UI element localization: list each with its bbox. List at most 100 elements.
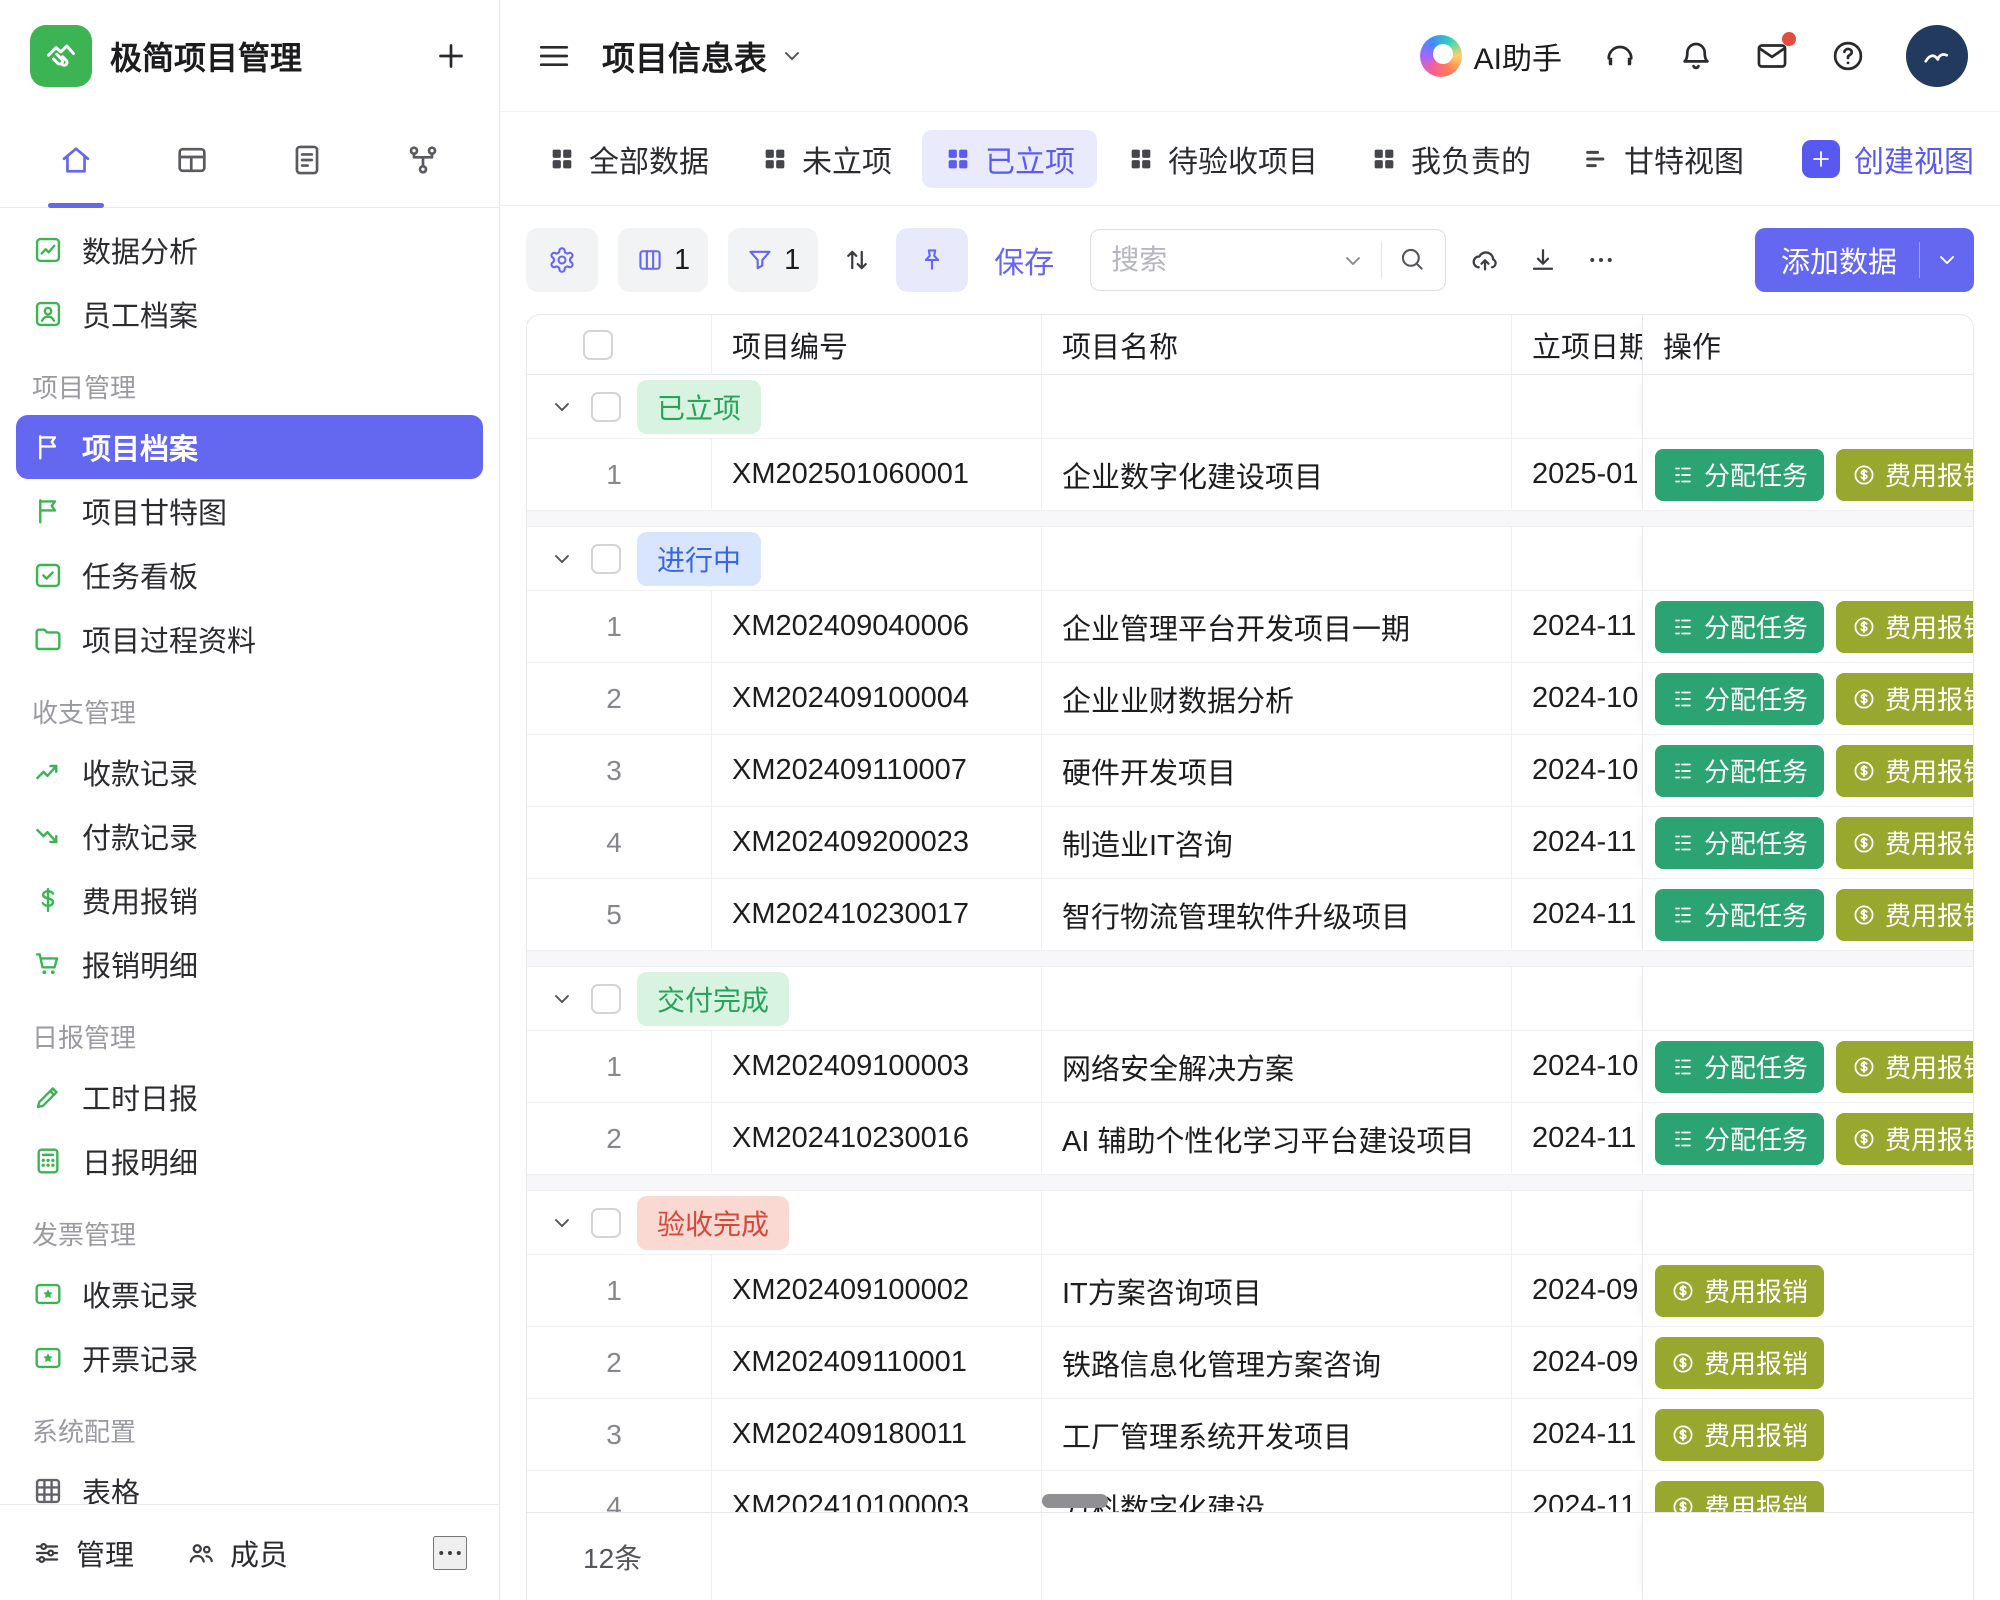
- expense-button[interactable]: 费用报销: [1655, 1409, 1824, 1461]
- save-button[interactable]: 保存: [988, 238, 1060, 282]
- assign-task-button[interactable]: 分配任务: [1655, 1113, 1824, 1165]
- cell-project-code[interactable]: XM202409110001: [712, 1327, 1042, 1398]
- nav-tab-documents[interactable]: [289, 112, 325, 207]
- tab-all-data[interactable]: 全部数据: [526, 130, 731, 188]
- export-button[interactable]: [1524, 245, 1562, 275]
- sidebar-item-expense-claims[interactable]: 费用报销: [16, 868, 483, 932]
- column-header-actions[interactable]: 操作: [1642, 315, 1974, 374]
- sidebar-item-employee-files[interactable]: 员工档案: [16, 282, 483, 346]
- collapse-sidebar-button[interactable]: [536, 38, 572, 74]
- cell-project-name[interactable]: 铁路信息化管理方案咨询: [1042, 1327, 1512, 1398]
- user-avatar[interactable]: [1906, 25, 1968, 87]
- sidebar-item-expense-details[interactable]: 报销明细: [16, 932, 483, 996]
- inbox-button[interactable]: [1754, 38, 1790, 74]
- cell-project-code[interactable]: XM202409180011: [712, 1399, 1042, 1470]
- expense-button[interactable]: 费用报销: [1836, 1113, 1974, 1165]
- cell-project-code[interactable]: XM202409100003: [712, 1031, 1042, 1102]
- column-header-name[interactable]: 项目名称: [1042, 315, 1512, 374]
- group-collapse-button[interactable]: [549, 394, 575, 420]
- notifications-button[interactable]: [1678, 38, 1714, 74]
- add-data-button[interactable]: 添加数据: [1755, 228, 1974, 292]
- sidebar-item-task-board[interactable]: 任务看板: [16, 543, 483, 607]
- expense-button[interactable]: 费用报销: [1655, 1337, 1824, 1389]
- cell-project-code[interactable]: XM202409110007: [712, 735, 1042, 806]
- group-select-checkbox[interactable]: [591, 544, 621, 574]
- cell-project-name[interactable]: 企业业财数据分析: [1042, 663, 1512, 734]
- ai-assistant-button[interactable]: AI助手: [1420, 34, 1562, 78]
- field-config-button[interactable]: 1: [618, 228, 708, 292]
- cell-project-code[interactable]: XM202409040006: [712, 591, 1042, 662]
- expense-button[interactable]: 费用报销: [1836, 673, 1974, 725]
- cell-project-code[interactable]: XM202409100004: [712, 663, 1042, 734]
- sidebar-item-project-materials[interactable]: 项目过程资料: [16, 607, 483, 671]
- manage-button[interactable]: 管理: [32, 1532, 134, 1574]
- cell-project-name[interactable]: IT方案咨询项目: [1042, 1255, 1512, 1326]
- sidebar-item-project-files[interactable]: 项目档案: [16, 415, 483, 479]
- pin-button[interactable]: [896, 228, 968, 292]
- assign-task-button[interactable]: 分配任务: [1655, 745, 1824, 797]
- expense-button[interactable]: 费用报销: [1836, 817, 1974, 869]
- sidebar-item-invoice-received[interactable]: 收票记录: [16, 1262, 483, 1326]
- cell-project-name[interactable]: 企业数字化建设项目: [1042, 439, 1512, 510]
- more-actions-button[interactable]: [1582, 245, 1620, 275]
- import-button[interactable]: [1466, 245, 1504, 275]
- chevron-down-icon[interactable]: [1340, 248, 1366, 274]
- cell-project-code[interactable]: XM202501060001: [712, 439, 1042, 510]
- workspace-add-button[interactable]: [433, 38, 469, 74]
- sidebar-item-project-gantt[interactable]: 项目甘特图: [16, 479, 483, 543]
- select-all-checkbox[interactable]: [583, 330, 613, 360]
- assign-task-button[interactable]: 分配任务: [1655, 601, 1824, 653]
- filter-button[interactable]: 1: [728, 228, 818, 292]
- group-collapse-button[interactable]: [549, 546, 575, 572]
- sidebar-item-data-analysis[interactable]: 数据分析: [16, 218, 483, 282]
- assign-task-button[interactable]: 分配任务: [1655, 1041, 1824, 1093]
- members-button[interactable]: 成员: [186, 1532, 288, 1574]
- cell-project-name[interactable]: 工厂管理系统开发项目: [1042, 1399, 1512, 1470]
- group-select-checkbox[interactable]: [591, 1208, 621, 1238]
- sidebar-item-work-hours[interactable]: 工时日报: [16, 1065, 483, 1129]
- settings-button[interactable]: [526, 228, 598, 292]
- cell-project-name[interactable]: 企业管理平台开发项目一期: [1042, 591, 1512, 662]
- cell-project-code[interactable]: XM202410230016: [712, 1103, 1042, 1174]
- support-button[interactable]: [1602, 38, 1638, 74]
- sidebar-item-tables[interactable]: 表格: [16, 1459, 483, 1504]
- search-icon[interactable]: [1398, 245, 1426, 273]
- cell-project-code[interactable]: XM202410230017: [712, 879, 1042, 950]
- help-button[interactable]: [1830, 38, 1866, 74]
- tab-gantt-view[interactable]: 甘特视图: [1561, 130, 1766, 188]
- cell-project-name[interactable]: 智行物流管理软件升级项目: [1042, 879, 1512, 950]
- cell-project-name[interactable]: 硬件开发项目: [1042, 735, 1512, 806]
- cell-project-code[interactable]: XM202409100002: [712, 1255, 1042, 1326]
- sidebar-item-payments[interactable]: 付款记录: [16, 804, 483, 868]
- cell-project-name[interactable]: 制造业IT咨询: [1042, 807, 1512, 878]
- sidebar-item-receipts[interactable]: 收款记录: [16, 740, 483, 804]
- assign-task-button[interactable]: 分配任务: [1655, 449, 1824, 501]
- assign-task-button[interactable]: 分配任务: [1655, 673, 1824, 725]
- group-select-checkbox[interactable]: [591, 984, 621, 1014]
- expense-button[interactable]: 费用报销: [1836, 449, 1974, 501]
- cell-project-name[interactable]: 网络安全解决方案: [1042, 1031, 1512, 1102]
- nav-tab-workflow[interactable]: [405, 112, 441, 207]
- group-select-checkbox[interactable]: [591, 392, 621, 422]
- sidebar-item-invoice-issued[interactable]: 开票记录: [16, 1326, 483, 1390]
- cell-project-name[interactable]: AI 辅助个性化学习平台建设项目: [1042, 1103, 1512, 1174]
- assign-task-button[interactable]: 分配任务: [1655, 889, 1824, 941]
- column-header-date[interactable]: 立项日期: [1512, 315, 1642, 374]
- cell-project-code[interactable]: XM202409200023: [712, 807, 1042, 878]
- group-collapse-button[interactable]: [549, 1210, 575, 1236]
- expense-button[interactable]: 费用报销: [1836, 1041, 1974, 1093]
- horizontal-scrollbar[interactable]: [1042, 1494, 1108, 1508]
- sort-button[interactable]: [838, 245, 876, 275]
- expense-button[interactable]: 费用报销: [1655, 1265, 1824, 1317]
- chevron-down-icon[interactable]: [1920, 247, 1974, 273]
- group-collapse-button[interactable]: [549, 986, 575, 1012]
- column-header-code[interactable]: 项目编号: [712, 315, 1042, 374]
- expense-button[interactable]: 费用报销: [1836, 889, 1974, 941]
- expense-button[interactable]: 费用报销: [1836, 745, 1974, 797]
- expense-button[interactable]: 费用报销: [1836, 601, 1974, 653]
- tab-my-projects[interactable]: 我负责的: [1348, 130, 1553, 188]
- create-view-button[interactable]: 创建视图: [1802, 137, 1974, 181]
- tab-pending-acceptance[interactable]: 待验收项目: [1105, 130, 1340, 188]
- sidebar-more-button[interactable]: [433, 1536, 467, 1570]
- sidebar-item-daily-details[interactable]: 日报明细: [16, 1129, 483, 1193]
